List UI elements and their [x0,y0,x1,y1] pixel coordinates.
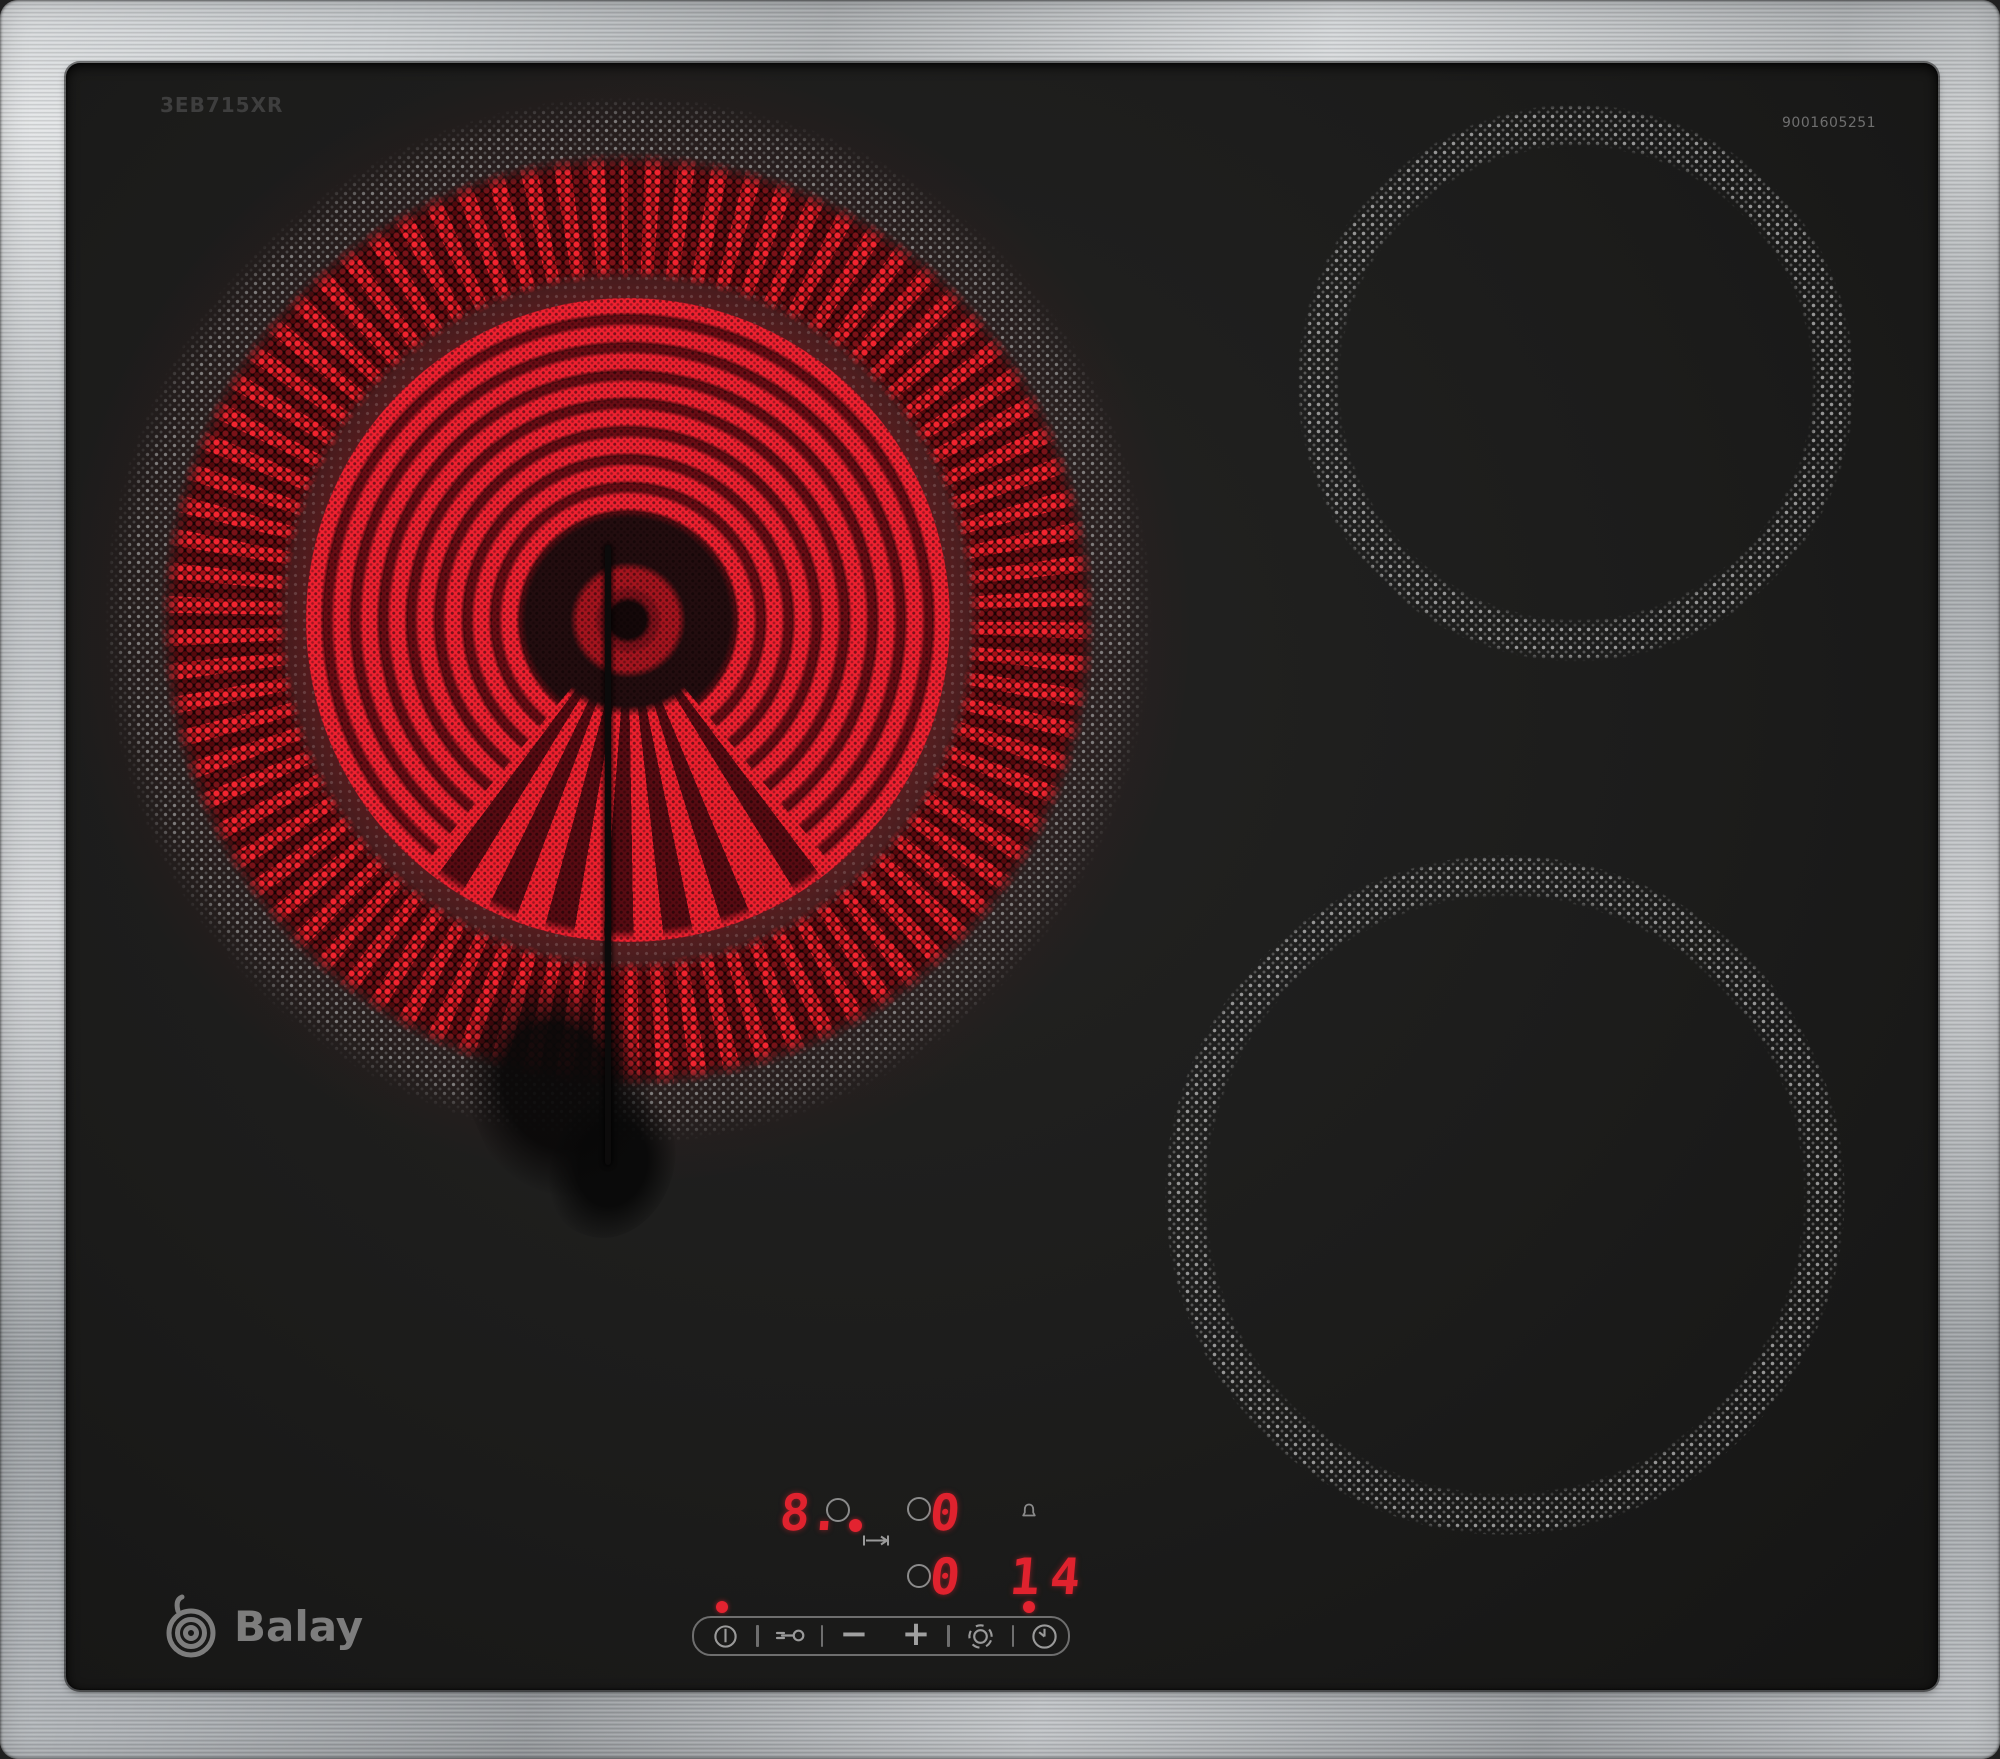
burner-halftone-texture [306,298,950,942]
alarm-bell-icon [1020,1502,1038,1520]
hob-product-photo: 3EB715XR 9001605251 [0,0,2000,1759]
minus-button[interactable]: − [823,1616,885,1652]
power-button[interactable] [694,1618,756,1654]
timer-indicator-led [1023,1601,1035,1613]
clock-icon [1030,1622,1059,1651]
child-lock-button[interactable] [759,1618,821,1654]
plus-button[interactable]: + [885,1616,947,1652]
balay-wordmark: Balay [234,1602,363,1651]
power-indicator-led [716,1601,728,1613]
power-icon [712,1623,739,1650]
dual-zone-icon [965,1621,996,1652]
timer-minutes-display: 14 [1008,1552,1093,1602]
zone-active-dot [849,1519,862,1532]
bridge-arrow-icon [862,1534,890,1547]
timer-button[interactable] [1014,1618,1075,1654]
burner-sensor-line [605,545,611,1165]
zone-indicator-ring-1 [826,1498,850,1522]
ceramic-glass-surface: 3EB715XR 9001605251 [66,63,1938,1690]
balay-spiral-logo-icon [160,1591,222,1661]
part-number-label: 9001605251 [1782,115,1876,131]
zone-indicator-ring-3 [907,1564,931,1588]
dual-zone-button[interactable] [950,1618,1012,1654]
burner-top-right-outline [1296,103,1856,663]
zone-top-display: 0 [928,1488,962,1538]
burner-bottom-right-outline [1165,855,1845,1535]
balay-logo: Balay [160,1591,363,1661]
timer-zone-display: 0 [928,1552,962,1602]
zone-indicator-ring-2 [907,1497,931,1521]
touch-control-bar: − + [692,1616,1070,1656]
burner-front-left-active [98,90,1158,1150]
key-icon [774,1628,806,1644]
